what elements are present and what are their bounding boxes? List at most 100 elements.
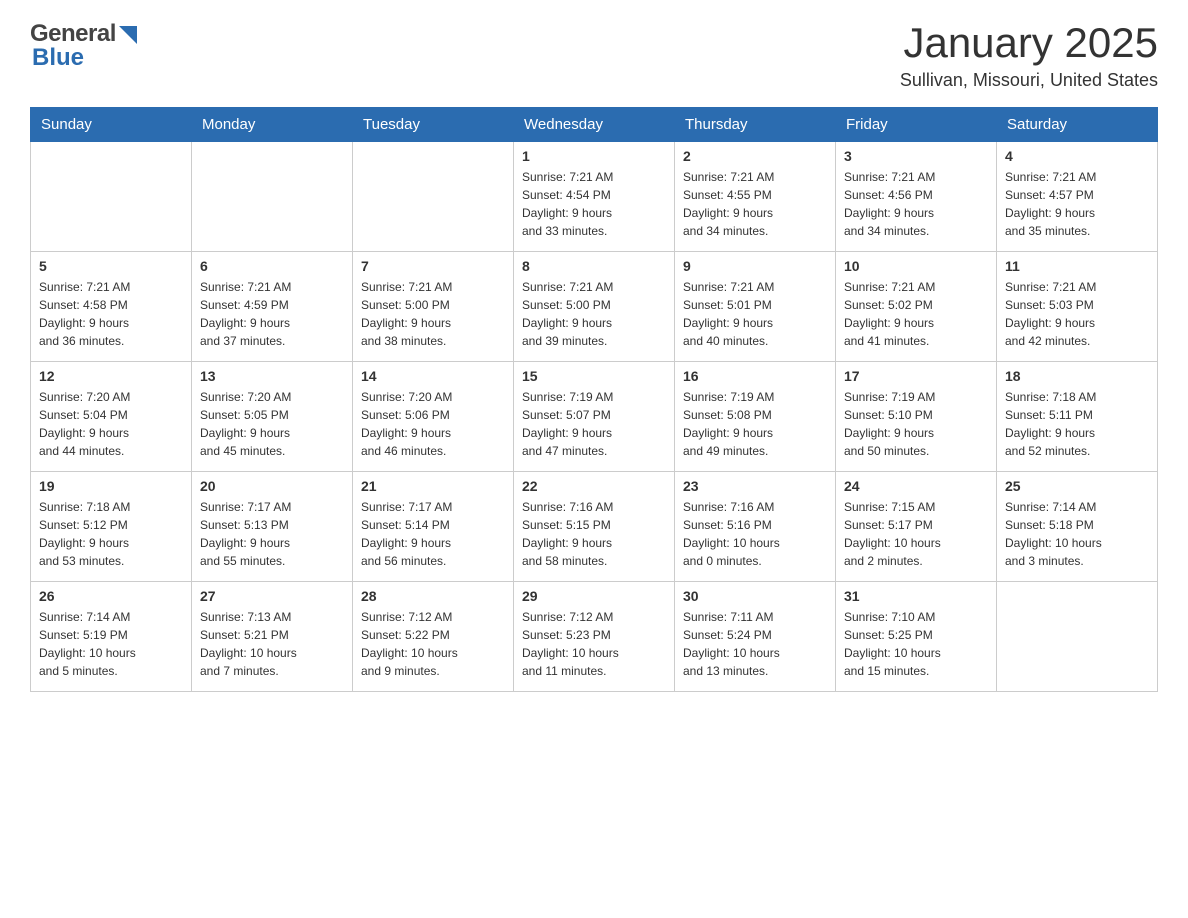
calendar-body: 1Sunrise: 7:21 AM Sunset: 4:54 PM Daylig… (31, 142, 1158, 692)
day-number: 30 (683, 588, 827, 604)
logo: General Blue (30, 20, 137, 72)
day-info: Sunrise: 7:14 AM Sunset: 5:18 PM Dayligh… (1005, 498, 1149, 570)
day-info: Sunrise: 7:21 AM Sunset: 4:56 PM Dayligh… (844, 168, 988, 240)
day-number: 1 (522, 148, 666, 164)
day-number: 12 (39, 368, 183, 384)
day-info: Sunrise: 7:21 AM Sunset: 5:00 PM Dayligh… (361, 278, 505, 350)
calendar-cell: 1Sunrise: 7:21 AM Sunset: 4:54 PM Daylig… (514, 142, 675, 252)
calendar-cell: 17 Sunrise: 7:19 AM Sunset: 5:10 PM Dayli… (836, 362, 997, 472)
calendar-cell: 10 Sunrise: 7:21 AM Sunset: 5:02 PM Dayli… (836, 252, 997, 362)
day-number: 26 (39, 588, 183, 604)
calendar-cell: 26 Sunrise: 7:14 AM Sunset: 5:19 PM Dayli… (31, 582, 192, 692)
day-info: Sunrise: 7:21 AM Sunset: 5:00 PM Dayligh… (522, 278, 666, 350)
day-info: Sunrise: 7:21 AM Sunset: 4:59 PM Dayligh… (200, 278, 344, 350)
day-info: Sunrise: 7:11 AM Sunset: 5:24 PM Dayligh… (683, 608, 827, 680)
calendar-cell: 27Sunrise: 7:13 AM Sunset: 5:21 PM Dayli… (192, 582, 353, 692)
day-number: 19 (39, 478, 183, 494)
day-number: 6 (200, 258, 344, 274)
calendar-cell: 22 Sunrise: 7:16 AM Sunset: 5:15 PM Dayli… (514, 472, 675, 582)
header-cell-wednesday: Wednesday (514, 108, 675, 142)
calendar-cell: 30 Sunrise: 7:11 AM Sunset: 5:24 PM Dayli… (675, 582, 836, 692)
day-number: 11 (1005, 258, 1149, 274)
day-number: 17 (844, 368, 988, 384)
day-number: 14 (361, 368, 505, 384)
calendar-cell (31, 142, 192, 252)
calendar-week-1: 1Sunrise: 7:21 AM Sunset: 4:54 PM Daylig… (31, 142, 1158, 252)
day-number: 23 (683, 478, 827, 494)
day-number: 28 (361, 588, 505, 604)
day-number: 16 (683, 368, 827, 384)
day-info: Sunrise: 7:10 AM Sunset: 5:25 PM Dayligh… (844, 608, 988, 680)
calendar-cell: 9 Sunrise: 7:21 AM Sunset: 5:01 PM Daylig… (675, 252, 836, 362)
day-info: Sunrise: 7:20 AM Sunset: 5:06 PM Dayligh… (361, 388, 505, 460)
calendar-header: SundayMondayTuesdayWednesdayThursdayFrid… (31, 108, 1158, 142)
day-number: 10 (844, 258, 988, 274)
day-number: 7 (361, 258, 505, 274)
day-number: 9 (683, 258, 827, 274)
calendar-cell: 4Sunrise: 7:21 AM Sunset: 4:57 PM Daylig… (997, 142, 1158, 252)
day-number: 5 (39, 258, 183, 274)
day-info: Sunrise: 7:19 AM Sunset: 5:10 PM Dayligh… (844, 388, 988, 460)
calendar-cell: 16 Sunrise: 7:19 AM Sunset: 5:08 PM Dayli… (675, 362, 836, 472)
calendar-week-4: 19 Sunrise: 7:18 AM Sunset: 5:12 PM Dayli… (31, 472, 1158, 582)
day-info: Sunrise: 7:18 AM Sunset: 5:12 PM Dayligh… (39, 498, 183, 570)
calendar-cell: 15Sunrise: 7:19 AM Sunset: 5:07 PM Dayli… (514, 362, 675, 472)
day-number: 29 (522, 588, 666, 604)
day-info: Sunrise: 7:19 AM Sunset: 5:08 PM Dayligh… (683, 388, 827, 460)
calendar-cell: 19 Sunrise: 7:18 AM Sunset: 5:12 PM Dayli… (31, 472, 192, 582)
calendar-cell: 18 Sunrise: 7:18 AM Sunset: 5:11 PM Dayli… (997, 362, 1158, 472)
calendar-cell: 12Sunrise: 7:20 AM Sunset: 5:04 PM Dayli… (31, 362, 192, 472)
day-number: 13 (200, 368, 344, 384)
day-number: 25 (1005, 478, 1149, 494)
day-info: Sunrise: 7:21 AM Sunset: 5:03 PM Dayligh… (1005, 278, 1149, 350)
day-info: Sunrise: 7:21 AM Sunset: 5:02 PM Dayligh… (844, 278, 988, 350)
day-number: 15 (522, 368, 666, 384)
header-cell-tuesday: Tuesday (353, 108, 514, 142)
day-number: 3 (844, 148, 988, 164)
calendar-cell: 14 Sunrise: 7:20 AM Sunset: 5:06 PM Dayli… (353, 362, 514, 472)
day-info: Sunrise: 7:21 AM Sunset: 4:55 PM Dayligh… (683, 168, 827, 240)
day-number: 24 (844, 478, 988, 494)
day-number: 8 (522, 258, 666, 274)
calendar-week-5: 26 Sunrise: 7:14 AM Sunset: 5:19 PM Dayli… (31, 582, 1158, 692)
calendar-cell: 3 Sunrise: 7:21 AM Sunset: 4:56 PM Daylig… (836, 142, 997, 252)
day-number: 22 (522, 478, 666, 494)
day-number: 21 (361, 478, 505, 494)
calendar-cell (192, 142, 353, 252)
calendar-cell: 8 Sunrise: 7:21 AM Sunset: 5:00 PM Daylig… (514, 252, 675, 362)
title-block: January 2025 Sullivan, Missouri, United … (900, 20, 1158, 91)
calendar-cell (353, 142, 514, 252)
calendar-cell: 29 Sunrise: 7:12 AM Sunset: 5:23 PM Dayli… (514, 582, 675, 692)
day-number: 31 (844, 588, 988, 604)
day-number: 27 (200, 588, 344, 604)
day-info: Sunrise: 7:18 AM Sunset: 5:11 PM Dayligh… (1005, 388, 1149, 460)
day-info: Sunrise: 7:16 AM Sunset: 5:15 PM Dayligh… (522, 498, 666, 570)
day-info: Sunrise: 7:14 AM Sunset: 5:19 PM Dayligh… (39, 608, 183, 680)
calendar-cell: 31 Sunrise: 7:10 AM Sunset: 5:25 PM Dayli… (836, 582, 997, 692)
day-info: Sunrise: 7:21 AM Sunset: 5:01 PM Dayligh… (683, 278, 827, 350)
calendar-cell: 11 Sunrise: 7:21 AM Sunset: 5:03 PM Dayli… (997, 252, 1158, 362)
day-number: 4 (1005, 148, 1149, 164)
day-info: Sunrise: 7:15 AM Sunset: 5:17 PM Dayligh… (844, 498, 988, 570)
calendar-cell: 25 Sunrise: 7:14 AM Sunset: 5:18 PM Dayli… (997, 472, 1158, 582)
location-title: Sullivan, Missouri, United States (900, 70, 1158, 91)
day-number: 2 (683, 148, 827, 164)
header-cell-thursday: Thursday (675, 108, 836, 142)
day-info: Sunrise: 7:21 AM Sunset: 4:58 PM Dayligh… (39, 278, 183, 350)
day-number: 18 (1005, 368, 1149, 384)
calendar-cell: 24 Sunrise: 7:15 AM Sunset: 5:17 PM Dayli… (836, 472, 997, 582)
month-title: January 2025 (900, 20, 1158, 66)
logo-blue-text: Blue (30, 44, 137, 72)
calendar-cell: 2 Sunrise: 7:21 AM Sunset: 4:55 PM Daylig… (675, 142, 836, 252)
header-cell-monday: Monday (192, 108, 353, 142)
page-header: General Blue January 2025 Sullivan, Miss… (30, 20, 1158, 91)
day-info: Sunrise: 7:20 AM Sunset: 5:05 PM Dayligh… (200, 388, 344, 460)
day-info: Sunrise: 7:12 AM Sunset: 5:22 PM Dayligh… (361, 608, 505, 680)
calendar-cell: 28 Sunrise: 7:12 AM Sunset: 5:22 PM Dayli… (353, 582, 514, 692)
calendar-cell (997, 582, 1158, 692)
calendar-cell: 23Sunrise: 7:16 AM Sunset: 5:16 PM Dayli… (675, 472, 836, 582)
day-info: Sunrise: 7:12 AM Sunset: 5:23 PM Dayligh… (522, 608, 666, 680)
calendar-cell: 13 Sunrise: 7:20 AM Sunset: 5:05 PM Dayli… (192, 362, 353, 472)
header-cell-friday: Friday (836, 108, 997, 142)
day-info: Sunrise: 7:17 AM Sunset: 5:13 PM Dayligh… (200, 498, 344, 570)
